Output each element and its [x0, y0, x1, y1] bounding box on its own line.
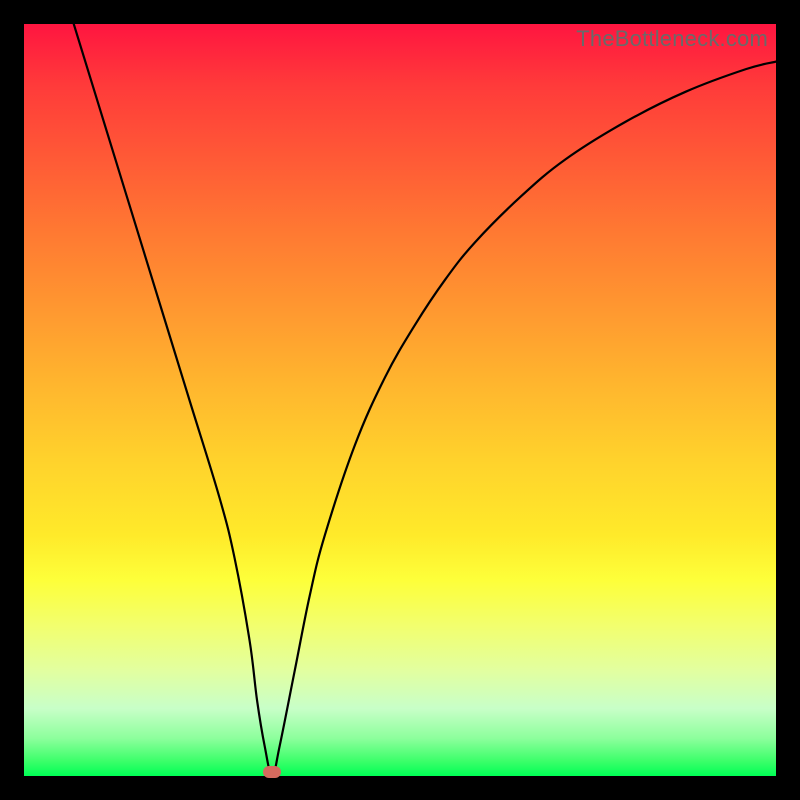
bottleneck-curve	[24, 24, 776, 776]
watermark-text: TheBottleneck.com	[576, 26, 768, 52]
minimum-marker	[263, 766, 281, 778]
chart-container: TheBottleneck.com	[0, 0, 800, 800]
plot-area: TheBottleneck.com	[24, 24, 776, 776]
